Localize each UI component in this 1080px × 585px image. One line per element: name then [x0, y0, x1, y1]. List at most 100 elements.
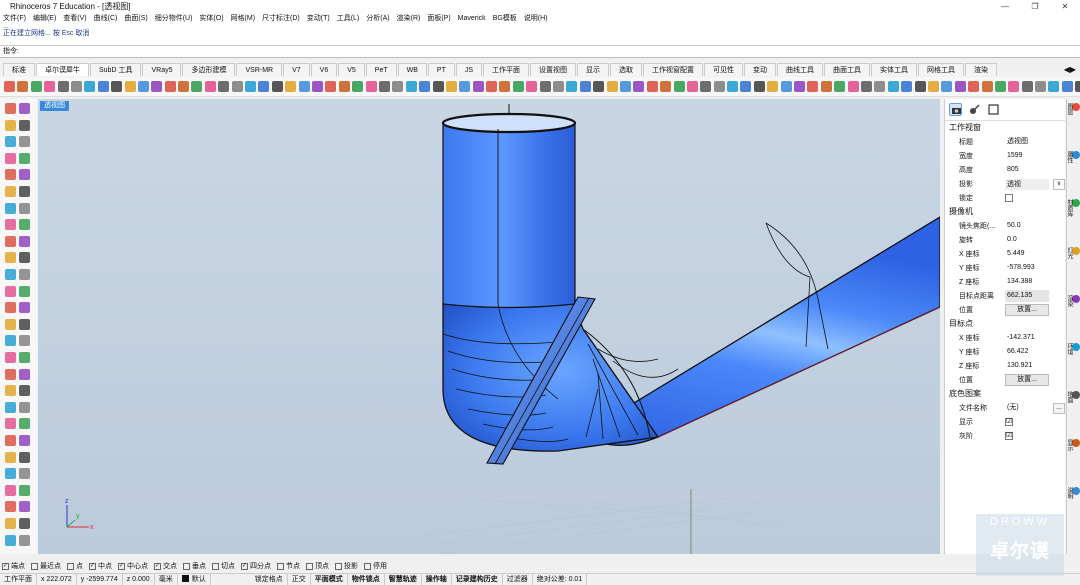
- panel-tab[interactable]: 环境: [1066, 343, 1080, 355]
- toolbox-command-icon[interactable]: [19, 468, 30, 480]
- toolbox-command-icon[interactable]: [19, 484, 30, 496]
- toolbar-command-icon[interactable]: [97, 81, 109, 92]
- toolbar-command-icon[interactable]: [713, 81, 725, 92]
- toolbar-tab[interactable]: 设置视图: [530, 63, 577, 76]
- osnap-checkbox[interactable]: [364, 562, 371, 570]
- toolbox-command-icon[interactable]: [5, 103, 16, 114]
- cplane-button[interactable]: 工作平面: [0, 573, 37, 585]
- osnap-checkbox[interactable]: [31, 562, 38, 570]
- object-properties-icon[interactable]: [987, 103, 1000, 116]
- toolbar-command-icon[interactable]: [794, 81, 806, 92]
- toolbox-command-icon[interactable]: [19, 285, 30, 297]
- toolbar-command-icon[interactable]: [700, 81, 712, 92]
- toolbox-command-icon[interactable]: [19, 518, 30, 529]
- osnap-option[interactable]: 投影: [335, 561, 358, 571]
- toolbox-command-icon[interactable]: [19, 202, 30, 214]
- toolbar-tab[interactable]: JS: [455, 63, 483, 76]
- toolbar-tab[interactable]: 可见性: [704, 63, 744, 76]
- osnap-checkbox[interactable]: [212, 562, 219, 570]
- close-button[interactable]: ✕: [1050, 2, 1080, 11]
- toolbar-command-icon[interactable]: [593, 81, 605, 92]
- toolbar-tab[interactable]: 变动: [744, 63, 777, 76]
- toolbar-command-icon[interactable]: [1075, 81, 1080, 92]
- status-item[interactable]: 记录建构历史: [452, 573, 503, 585]
- toolbar-tab[interactable]: V6: [310, 63, 338, 76]
- toolbar-tab[interactable]: WB: [397, 63, 427, 76]
- toolbox-command-icon[interactable]: [5, 484, 16, 496]
- osnap-option[interactable]: ✓ 交点: [154, 561, 177, 571]
- toolbar-command-icon[interactable]: [204, 81, 216, 92]
- toolbar-command-icon[interactable]: [579, 81, 591, 92]
- toolbar-command-icon[interactable]: [646, 81, 658, 92]
- toolbar-command-icon[interactable]: [941, 81, 953, 92]
- osnap-checkbox[interactable]: ✓: [2, 562, 9, 570]
- camera-z-field[interactable]: 134.388: [1005, 276, 1049, 288]
- toolbar-command-icon[interactable]: [111, 81, 123, 92]
- toolbar-command-icon[interactable]: [512, 81, 524, 92]
- toolbar-tab[interactable]: 多边形建模: [182, 63, 236, 76]
- toolbar-command-icon[interactable]: [901, 81, 913, 92]
- toolbox-command-icon[interactable]: [19, 401, 30, 413]
- toolbar-command-icon[interactable]: [820, 81, 832, 92]
- toolbox-command-icon[interactable]: [5, 119, 16, 131]
- toolbar-command-icon[interactable]: [245, 81, 257, 92]
- toolbar-command-icon[interactable]: [767, 81, 779, 92]
- osnap-checkbox[interactable]: [306, 562, 313, 570]
- osnap-option[interactable]: ✓ 四分点: [241, 561, 271, 571]
- toolbar-command-icon[interactable]: [392, 81, 404, 92]
- status-item[interactable]: 过滤器: [503, 573, 533, 585]
- toolbox-command-icon[interactable]: [5, 518, 16, 529]
- toolbar-command-icon[interactable]: [459, 81, 471, 92]
- toolbar-command-icon[interactable]: [30, 81, 42, 92]
- toolbox-command-icon[interactable]: [5, 269, 16, 280]
- toolbox-command-icon[interactable]: [19, 534, 30, 546]
- toolbox-command-icon[interactable]: [19, 235, 30, 247]
- toolbox-command-icon[interactable]: [5, 418, 16, 430]
- vertical-pipe[interactable]: [442, 122, 576, 309]
- toolbar-tab[interactable]: 显示: [577, 63, 610, 76]
- toolbox-command-icon[interactable]: [5, 468, 16, 480]
- rotation-field[interactable]: 0.0: [1005, 234, 1049, 246]
- toolbox-command-icon[interactable]: [19, 318, 30, 330]
- menu-item[interactable]: 尺寸标注(D): [262, 13, 300, 23]
- osnap-option[interactable]: 最近点: [31, 561, 61, 571]
- status-item[interactable]: 智慧轨迹: [385, 573, 422, 585]
- toolbar-tab[interactable]: 渲染: [965, 63, 998, 76]
- osnap-checkbox[interactable]: [67, 562, 74, 570]
- toolbar-command-icon[interactable]: [365, 81, 377, 92]
- camera-place-button[interactable]: 放置...: [1005, 304, 1049, 316]
- toolbar-tab[interactable]: SubD 工具: [90, 63, 142, 76]
- toolbar-command-icon[interactable]: [740, 81, 752, 92]
- toolbar-command-icon[interactable]: [660, 81, 672, 92]
- target-x-field[interactable]: -142.371: [1005, 332, 1049, 344]
- toolbar-command-icon[interactable]: [124, 81, 136, 92]
- toolbar-command-icon[interactable]: [526, 81, 538, 92]
- viewport-canvas[interactable]: z x y: [38, 99, 940, 554]
- menu-item[interactable]: 面板(P): [427, 13, 450, 23]
- toolbox-command-icon[interactable]: [5, 335, 16, 347]
- menu-item[interactable]: 渲染(R): [397, 13, 421, 23]
- target-place-button[interactable]: 放置...: [1005, 374, 1049, 386]
- toolbar-tab[interactable]: 曲线工具: [777, 63, 824, 76]
- projection-select[interactable]: 透视: [1005, 178, 1049, 190]
- toolbar-tab[interactable]: 标准: [3, 63, 35, 76]
- lens-field[interactable]: 50.0: [1005, 220, 1049, 232]
- maximize-button[interactable]: ❐: [1020, 2, 1050, 11]
- toolbar-command-icon[interactable]: [17, 81, 29, 92]
- toolbox-command-icon[interactable]: [5, 385, 16, 397]
- panel-tab[interactable]: 地面: [1066, 391, 1080, 403]
- menu-item[interactable]: 编辑(E): [33, 13, 56, 23]
- filename-field[interactable]: (无): [1005, 402, 1049, 414]
- camera-y-field[interactable]: -578.993: [1005, 262, 1049, 274]
- toolbar-command-icon[interactable]: [445, 81, 457, 92]
- toolbar-command-icon[interactable]: [539, 81, 551, 92]
- toolbar-command-icon[interactable]: [1048, 81, 1060, 92]
- toolbar-command-icon[interactable]: [673, 81, 685, 92]
- toolbar-tab[interactable]: V7: [283, 63, 310, 76]
- toolbar-command-icon[interactable]: [325, 81, 337, 92]
- toolbar-command-icon[interactable]: [954, 81, 966, 92]
- toolbar-command-icon[interactable]: [285, 81, 297, 92]
- osnap-option[interactable]: 切点: [212, 561, 235, 571]
- toolbox-command-icon[interactable]: [5, 136, 16, 148]
- toolbar-command-icon[interactable]: [70, 81, 82, 92]
